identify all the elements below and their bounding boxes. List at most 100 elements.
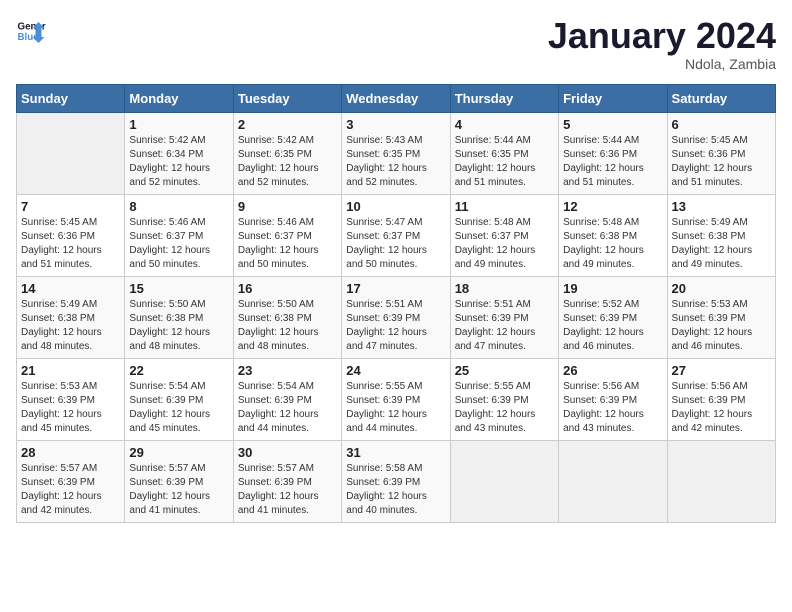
day-info: Sunrise: 5:56 AM Sunset: 6:39 PM Dayligh… — [563, 380, 662, 436]
day-info: Sunrise: 5:58 AM Sunset: 6:39 PM Dayligh… — [346, 462, 445, 518]
day-number: 12 — [563, 199, 662, 214]
weekday-header-row: SundayMondayTuesdayWednesdayThursdayFrid… — [17, 84, 776, 112]
week-row-2: 7Sunrise: 5:45 AM Sunset: 6:36 PM Daylig… — [17, 194, 776, 276]
day-info: Sunrise: 5:50 AM Sunset: 6:38 PM Dayligh… — [129, 298, 228, 354]
day-info: Sunrise: 5:45 AM Sunset: 6:36 PM Dayligh… — [672, 134, 771, 190]
day-info: Sunrise: 5:46 AM Sunset: 6:37 PM Dayligh… — [129, 216, 228, 272]
day-number: 13 — [672, 199, 771, 214]
day-info: Sunrise: 5:54 AM Sunset: 6:39 PM Dayligh… — [129, 380, 228, 436]
calendar-cell: 29Sunrise: 5:57 AM Sunset: 6:39 PM Dayli… — [125, 440, 233, 522]
day-number: 11 — [455, 199, 554, 214]
day-info: Sunrise: 5:48 AM Sunset: 6:38 PM Dayligh… — [563, 216, 662, 272]
calendar-cell: 1 Sunrise: 5:42 AM Sunset: 6:34 PM Daylig… — [125, 112, 233, 194]
weekday-header-wednesday: Wednesday — [342, 84, 450, 112]
calendar-cell: 14 Sunrise: 5:49 AM Sunset: 6:38 PM Dayli… — [17, 276, 125, 358]
day-number: 19 — [563, 281, 662, 296]
day-info: Sunrise: 5:52 AM Sunset: 6:39 PM Dayligh… — [563, 298, 662, 354]
day-info: Sunrise: 5:50 AM Sunset: 6:38 PM Dayligh… — [238, 298, 337, 354]
calendar-cell — [559, 440, 667, 522]
day-info: Sunrise: 5:53 AM Sunset: 6:39 PM Dayligh… — [21, 380, 120, 436]
calendar-cell: 2 Sunrise: 5:42 AM Sunset: 6:35 PM Daylig… — [233, 112, 341, 194]
day-number: 22 — [129, 363, 228, 378]
calendar-cell: 4 Sunrise: 5:44 AM Sunset: 6:35 PM Daylig… — [450, 112, 558, 194]
calendar-table: SundayMondayTuesdayWednesdayThursdayFrid… — [16, 84, 776, 523]
day-number: 26 — [563, 363, 662, 378]
day-number: 6 — [672, 117, 771, 132]
calendar-cell: 20 Sunrise: 5:53 AM Sunset: 6:39 PM Dayli… — [667, 276, 775, 358]
day-number: 1 — [129, 117, 228, 132]
day-number: 10 — [346, 199, 445, 214]
weekday-header-friday: Friday — [559, 84, 667, 112]
day-number: 9 — [238, 199, 337, 214]
day-info: Sunrise: 5:46 AM Sunset: 6:37 PM Dayligh… — [238, 216, 337, 272]
calendar-cell: 8 Sunrise: 5:46 AM Sunset: 6:37 PM Daylig… — [125, 194, 233, 276]
weekday-header-sunday: Sunday — [17, 84, 125, 112]
calendar-cell: 23 Sunrise: 5:54 AM Sunset: 6:39 PM Dayli… — [233, 358, 341, 440]
day-info: Sunrise: 5:44 AM Sunset: 6:36 PM Dayligh… — [563, 134, 662, 190]
day-number: 14 — [21, 281, 120, 296]
day-number: 24 — [346, 363, 445, 378]
calendar-title: January 2024 — [548, 16, 776, 56]
calendar-cell: 10 Sunrise: 5:47 AM Sunset: 6:37 PM Dayli… — [342, 194, 450, 276]
week-row-5: 28 Sunrise: 5:57 AM Sunset: 6:39 PM Dayli… — [17, 440, 776, 522]
calendar-cell: 28 Sunrise: 5:57 AM Sunset: 6:39 PM Dayli… — [17, 440, 125, 522]
day-number: 23 — [238, 363, 337, 378]
week-row-1: 1 Sunrise: 5:42 AM Sunset: 6:34 PM Daylig… — [17, 112, 776, 194]
day-info: Sunrise: 5:57 AM Sunset: 6:39 PM Dayligh… — [21, 462, 120, 518]
calendar-cell: 5Sunrise: 5:44 AM Sunset: 6:36 PM Daylig… — [559, 112, 667, 194]
day-number: 7 — [21, 199, 120, 214]
day-info: Sunrise: 5:48 AM Sunset: 6:37 PM Dayligh… — [455, 216, 554, 272]
day-number: 17 — [346, 281, 445, 296]
logo-icon: General Blue — [16, 16, 46, 46]
calendar-cell: 24Sunrise: 5:55 AM Sunset: 6:39 PM Dayli… — [342, 358, 450, 440]
day-number: 2 — [238, 117, 337, 132]
day-number: 4 — [455, 117, 554, 132]
day-info: Sunrise: 5:57 AM Sunset: 6:39 PM Dayligh… — [238, 462, 337, 518]
calendar-cell: 31 Sunrise: 5:58 AM Sunset: 6:39 PM Dayli… — [342, 440, 450, 522]
day-number: 16 — [238, 281, 337, 296]
calendar-cell: 12 Sunrise: 5:48 AM Sunset: 6:38 PM Dayli… — [559, 194, 667, 276]
day-number: 29 — [129, 445, 228, 460]
calendar-cell: 15Sunrise: 5:50 AM Sunset: 6:38 PM Dayli… — [125, 276, 233, 358]
logo: General Blue General Blue — [16, 16, 46, 46]
calendar-cell: 19 Sunrise: 5:52 AM Sunset: 6:39 PM Dayli… — [559, 276, 667, 358]
calendar-cell: 6 Sunrise: 5:45 AM Sunset: 6:36 PM Daylig… — [667, 112, 775, 194]
day-number: 20 — [672, 281, 771, 296]
day-number: 21 — [21, 363, 120, 378]
calendar-subtitle: Ndola, Zambia — [548, 56, 776, 72]
calendar-cell: 21 Sunrise: 5:53 AM Sunset: 6:39 PM Dayli… — [17, 358, 125, 440]
calendar-cell: 3Sunrise: 5:43 AM Sunset: 6:35 PM Daylig… — [342, 112, 450, 194]
calendar-cell: 18Sunrise: 5:51 AM Sunset: 6:39 PM Dayli… — [450, 276, 558, 358]
day-number: 27 — [672, 363, 771, 378]
day-info: Sunrise: 5:49 AM Sunset: 6:38 PM Dayligh… — [21, 298, 120, 354]
calendar-cell: 7Sunrise: 5:45 AM Sunset: 6:36 PM Daylig… — [17, 194, 125, 276]
title-block: January 2024 Ndola, Zambia — [548, 16, 776, 72]
week-row-3: 14 Sunrise: 5:49 AM Sunset: 6:38 PM Dayli… — [17, 276, 776, 358]
day-info: Sunrise: 5:51 AM Sunset: 6:39 PM Dayligh… — [346, 298, 445, 354]
calendar-header: SundayMondayTuesdayWednesdayThursdayFrid… — [17, 84, 776, 112]
day-number: 25 — [455, 363, 554, 378]
calendar-cell: 11 Sunrise: 5:48 AM Sunset: 6:37 PM Dayli… — [450, 194, 558, 276]
day-info: Sunrise: 5:47 AM Sunset: 6:37 PM Dayligh… — [346, 216, 445, 272]
day-info: Sunrise: 5:55 AM Sunset: 6:39 PM Dayligh… — [455, 380, 554, 436]
day-info: Sunrise: 5:42 AM Sunset: 6:34 PM Dayligh… — [129, 134, 228, 190]
page-header: General Blue General Blue January 2024 N… — [16, 16, 776, 72]
day-info: Sunrise: 5:53 AM Sunset: 6:39 PM Dayligh… — [672, 298, 771, 354]
day-number: 31 — [346, 445, 445, 460]
calendar-cell: 26 Sunrise: 5:56 AM Sunset: 6:39 PM Dayli… — [559, 358, 667, 440]
calendar-cell — [667, 440, 775, 522]
calendar-cell: 9 Sunrise: 5:46 AM Sunset: 6:37 PM Daylig… — [233, 194, 341, 276]
day-info: Sunrise: 5:42 AM Sunset: 6:35 PM Dayligh… — [238, 134, 337, 190]
calendar-cell: 17 Sunrise: 5:51 AM Sunset: 6:39 PM Dayli… — [342, 276, 450, 358]
calendar-cell — [450, 440, 558, 522]
day-info: Sunrise: 5:43 AM Sunset: 6:35 PM Dayligh… — [346, 134, 445, 190]
calendar-cell: 30Sunrise: 5:57 AM Sunset: 6:39 PM Dayli… — [233, 440, 341, 522]
day-info: Sunrise: 5:56 AM Sunset: 6:39 PM Dayligh… — [672, 380, 771, 436]
day-info: Sunrise: 5:54 AM Sunset: 6:39 PM Dayligh… — [238, 380, 337, 436]
day-number: 28 — [21, 445, 120, 460]
day-info: Sunrise: 5:49 AM Sunset: 6:38 PM Dayligh… — [672, 216, 771, 272]
day-number: 8 — [129, 199, 228, 214]
week-row-4: 21 Sunrise: 5:53 AM Sunset: 6:39 PM Dayli… — [17, 358, 776, 440]
calendar-cell: 13 Sunrise: 5:49 AM Sunset: 6:38 PM Dayli… — [667, 194, 775, 276]
day-info: Sunrise: 5:44 AM Sunset: 6:35 PM Dayligh… — [455, 134, 554, 190]
